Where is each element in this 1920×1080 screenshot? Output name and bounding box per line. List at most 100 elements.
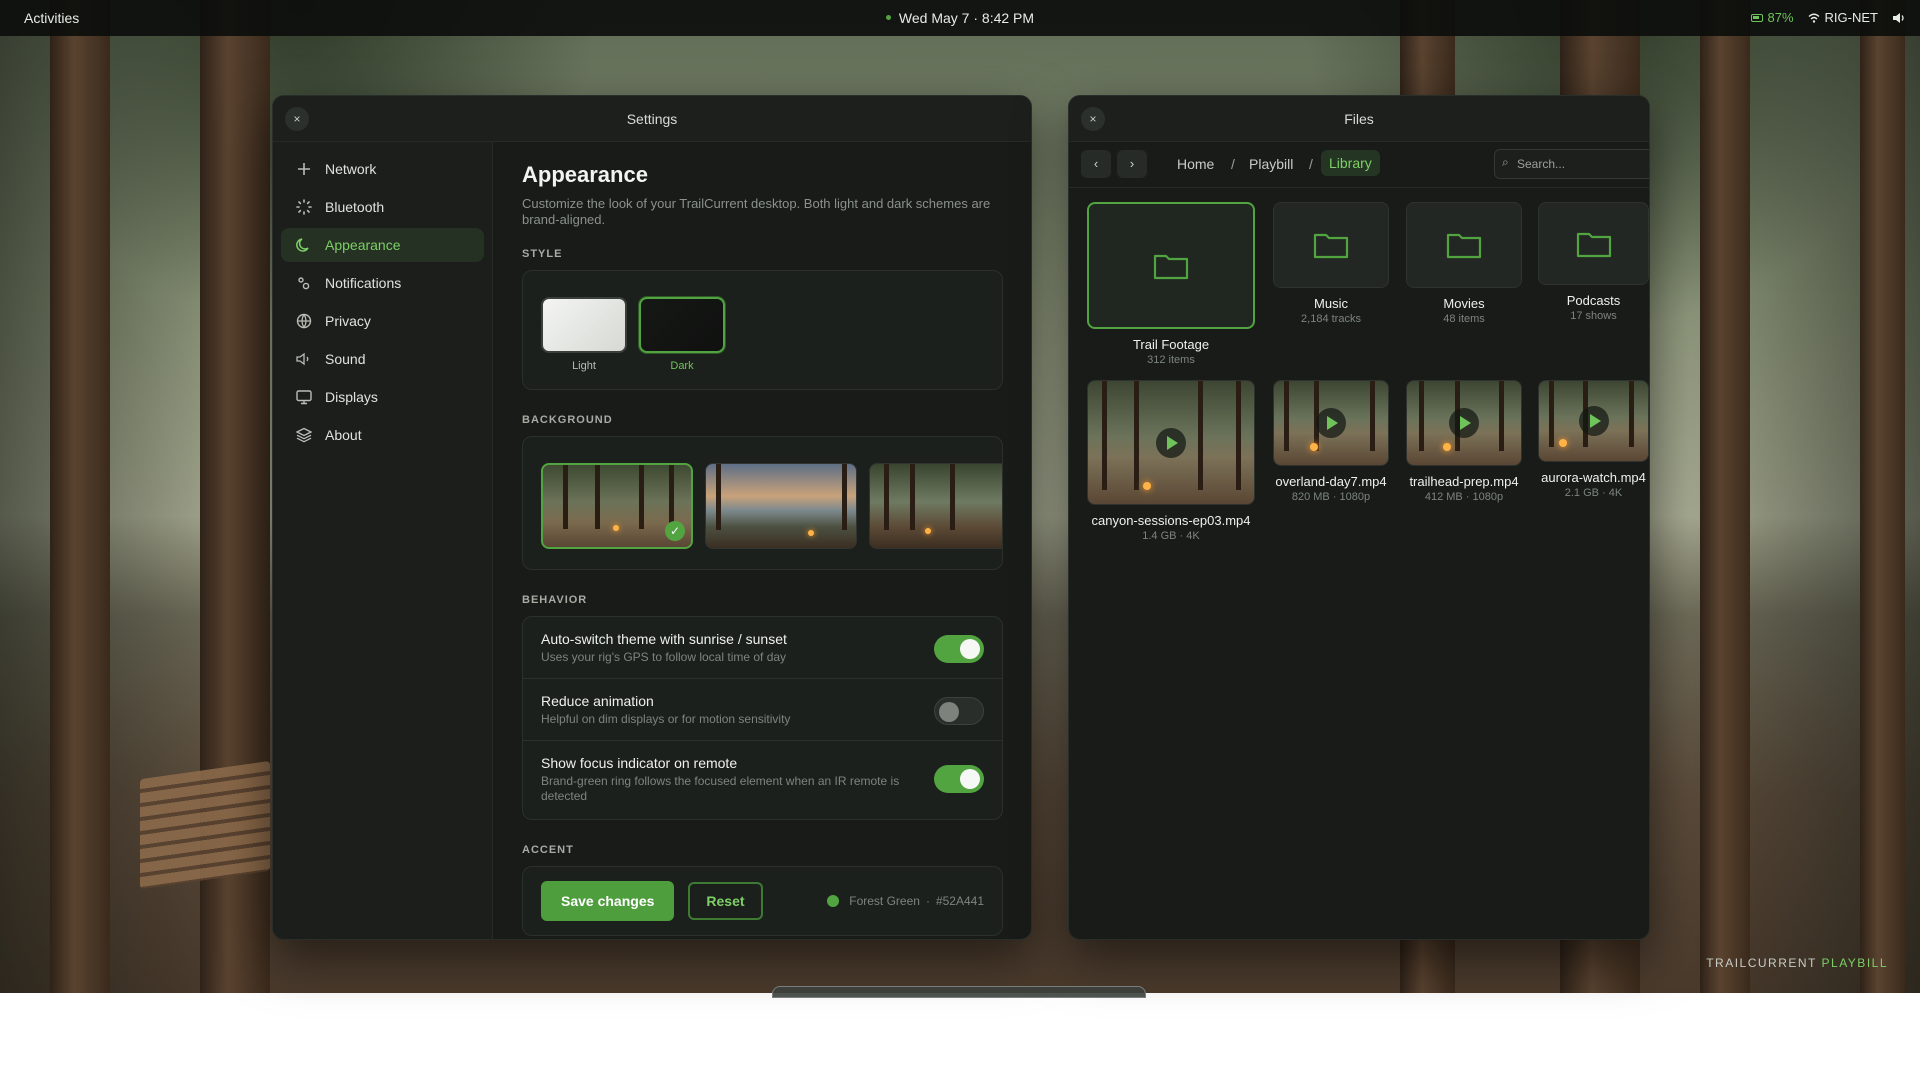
- background-option-forest[interactable]: ✓: [541, 463, 693, 549]
- behavior-row: Auto-switch theme with sunrise / sunset …: [523, 617, 1002, 679]
- files-toolbar: ‹ › Home / Playbill / Library ⌕: [1069, 142, 1649, 188]
- thumb-tree: [1284, 381, 1289, 451]
- wallpaper-tree: [1860, 0, 1905, 993]
- folder-box: [1406, 202, 1522, 288]
- plus-icon: [295, 160, 313, 178]
- folder-tile-trail-footage[interactable]: Trail Footage 312 items: [1087, 202, 1255, 366]
- accent-separator: ·: [925, 894, 930, 908]
- sidebar-item-displays[interactable]: Displays: [281, 380, 484, 414]
- section-label-accent: ACCENT: [522, 844, 574, 856]
- play-icon: [1156, 427, 1186, 458]
- tile-meta: 2,184 tracks: [1301, 313, 1361, 325]
- battery-indicator[interactable]: 87%: [1750, 10, 1794, 25]
- search-input[interactable]: [1494, 149, 1649, 179]
- network-indicator[interactable]: RIG-NET: [1808, 10, 1878, 25]
- sidebar-item-label: Sound: [325, 351, 366, 367]
- folder-box: [1087, 202, 1255, 329]
- thumb-tree: [1499, 381, 1504, 451]
- sidebar-item-label: Network: [325, 161, 377, 177]
- folder-tile-podcasts[interactable]: Podcasts 17 shows: [1538, 202, 1649, 322]
- tile-name: Movies: [1443, 296, 1485, 311]
- top-bar: Activities Wed May 7 · 8:42 PM 87% RIG-N…: [0, 0, 1920, 36]
- sidebar-item-bluetooth[interactable]: Bluetooth: [281, 190, 484, 224]
- volume-icon[interactable]: [1892, 12, 1906, 24]
- thumb-tree: [639, 465, 644, 529]
- thumb-campfire: [925, 528, 931, 534]
- window-title: Files: [1344, 111, 1374, 127]
- folder-tile-movies[interactable]: Movies 48 items: [1406, 202, 1522, 325]
- clock-text: Wed May 7 · 8:42 PM: [898, 10, 1035, 26]
- accent-name: Forest Green: [849, 894, 920, 908]
- tile-meta: 312 items: [1147, 354, 1195, 366]
- forward-button[interactable]: ›: [1117, 150, 1147, 178]
- close-icon[interactable]: ×: [285, 107, 309, 131]
- style-label: Dark: [670, 360, 694, 372]
- style-option-dark[interactable]: Dark: [639, 297, 725, 389]
- thumb-campfire: [808, 530, 814, 536]
- reduce-animation-toggle[interactable]: [934, 697, 984, 725]
- back-button[interactable]: ‹: [1081, 150, 1111, 178]
- video-tile-trailhead-prep[interactable]: trailhead-prep.mp4 412 MB · 1080p: [1406, 380, 1522, 503]
- reset-button[interactable]: Reset: [688, 882, 763, 920]
- behavior-title: Auto-switch theme with sunrise / sunset: [541, 631, 787, 647]
- thumb-tree: [1134, 381, 1139, 490]
- tile-meta: 412 MB · 1080p: [1424, 491, 1504, 503]
- dock[interactable]: [772, 986, 1146, 998]
- behavior-row: Reduce animation Helpful on dim displays…: [523, 679, 1002, 741]
- folder-icon: [1153, 254, 1189, 279]
- background-option-lake[interactable]: [705, 463, 857, 549]
- breadcrumb-playbill[interactable]: Playbill: [1249, 156, 1293, 172]
- files-titlebar: × Files: [1069, 96, 1649, 142]
- breadcrumb-home[interactable]: Home: [1177, 156, 1214, 172]
- sidebar-item-label: About: [325, 427, 362, 443]
- sidebar-item-about[interactable]: About: [281, 418, 484, 452]
- status-dot: [885, 14, 891, 20]
- status-area[interactable]: 87% RIG-NET: [1750, 10, 1906, 25]
- tile-meta: 17 shows: [1570, 310, 1617, 322]
- tile-meta: 48 items: [1443, 313, 1485, 325]
- tile-name: Trail Footage: [1132, 337, 1210, 352]
- close-icon[interactable]: ×: [1081, 107, 1105, 131]
- style-option-light[interactable]: Light: [541, 297, 627, 389]
- behavior-row: Show focus indicator on remote Brand-gre…: [523, 741, 1002, 819]
- focus-indicator-toggle[interactable]: [934, 765, 984, 793]
- video-tile-overland-day7[interactable]: overland-day7.mp4 820 MB · 1080p: [1273, 380, 1389, 503]
- thumb-campfire: [1310, 443, 1318, 451]
- thumb-campfire: [613, 525, 619, 531]
- sidebar-item-label: Privacy: [325, 313, 371, 329]
- sidebar-item-label: Displays: [325, 389, 378, 405]
- folder-icon: [1576, 232, 1611, 257]
- video-tile-aurora-watch[interactable]: aurora-watch.mp4 2.1 GB · 4K: [1538, 380, 1649, 499]
- sidebar-item-network[interactable]: Network: [281, 152, 484, 186]
- bell-icon: [295, 274, 313, 292]
- sidebar-item-notifications[interactable]: Notifications: [281, 266, 484, 300]
- watermark-product: PLAYBILL: [1821, 956, 1888, 970]
- tile-name: Music: [1314, 296, 1348, 311]
- clock[interactable]: Wed May 7 · 8:42 PM: [0, 10, 1920, 26]
- background-option-grove[interactable]: [869, 463, 1002, 549]
- folder-box: [1273, 202, 1389, 288]
- section-label-style: STYLE: [522, 248, 563, 260]
- page-description: Customize the look of your TrailCurrent …: [522, 196, 991, 227]
- toggle-knob: [960, 769, 980, 789]
- wallpaper-tree: [1700, 0, 1750, 993]
- toggle-knob: [960, 639, 980, 659]
- behavior-title: Show focus indicator on remote: [541, 755, 738, 771]
- video-tile-canyon-sessions[interactable]: canyon-sessions-ep03.mp4 1.4 GB · 4K: [1087, 380, 1255, 542]
- sidebar-item-appearance[interactable]: Appearance: [281, 228, 484, 262]
- layers-icon: [295, 426, 313, 444]
- thumb-tree: [1629, 381, 1634, 447]
- sidebar-item-sound[interactable]: Sound: [281, 342, 484, 376]
- accent-hex: #52A441: [935, 894, 984, 908]
- save-button[interactable]: Save changes: [541, 881, 675, 921]
- search-icon: ⌕: [1502, 155, 1509, 169]
- breadcrumb-library[interactable]: Library: [1321, 150, 1380, 176]
- network-name: RIG-NET: [1824, 10, 1878, 25]
- speaker-icon: [295, 350, 313, 368]
- breadcrumb-separator: /: [1231, 156, 1235, 172]
- folder-tile-music[interactable]: Music 2,184 tracks: [1273, 202, 1389, 325]
- behavior-subtitle: Helpful on dim displays or for motion se…: [541, 712, 791, 726]
- folder-icon: [1446, 233, 1482, 259]
- sidebar-item-privacy[interactable]: Privacy: [281, 304, 484, 338]
- auto-switch-toggle[interactable]: [934, 635, 984, 663]
